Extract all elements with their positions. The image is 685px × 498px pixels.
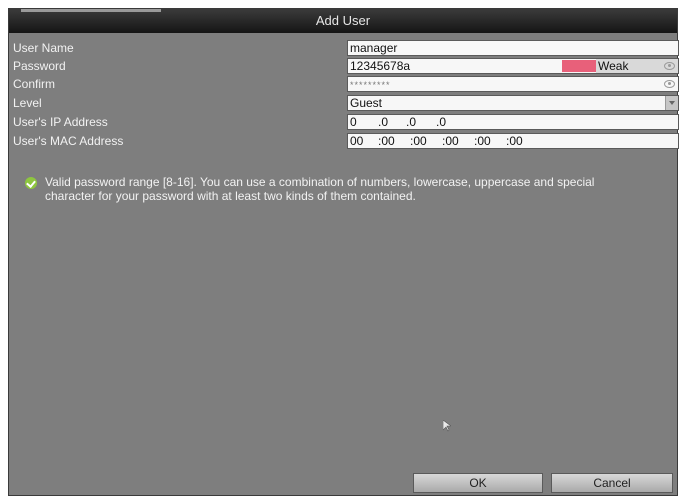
mac-segment-3[interactable]: :00 bbox=[410, 134, 427, 148]
user-name-input[interactable]: manager bbox=[347, 40, 679, 56]
mac-segment-1[interactable]: 00 bbox=[350, 134, 363, 148]
show-password-eye-icon[interactable] bbox=[664, 62, 675, 70]
password-label: Password bbox=[13, 59, 66, 73]
ip-segment-1[interactable]: 0 bbox=[350, 115, 357, 129]
mac-address-label: User's MAC Address bbox=[13, 134, 124, 148]
chevron-down-icon[interactable] bbox=[665, 96, 678, 110]
row-mac-address: User's MAC Address 00 :00 :00 :00 :00 :0… bbox=[9, 132, 679, 150]
row-confirm: Confirm ********* bbox=[9, 75, 679, 93]
title-tab-marker bbox=[21, 9, 161, 12]
row-user-name: User Name manager bbox=[9, 39, 679, 57]
check-icon bbox=[25, 177, 37, 189]
confirm-label: Confirm bbox=[13, 77, 56, 91]
password-strength-label: Weak bbox=[598, 59, 629, 73]
confirm-value: ********* bbox=[350, 80, 391, 90]
password-hint-text: Valid password range [8-16]. You can use… bbox=[45, 175, 595, 203]
user-name-label: User Name bbox=[13, 41, 74, 55]
cancel-button[interactable]: Cancel bbox=[551, 473, 673, 493]
confirm-input[interactable]: ********* bbox=[347, 76, 679, 92]
title-bar: Add User bbox=[9, 9, 677, 33]
ip-segment-4[interactable]: .0 bbox=[436, 115, 446, 129]
password-input[interactable]: 12345678a Weak bbox=[347, 58, 679, 74]
level-value: Guest bbox=[350, 96, 383, 110]
ip-address-label: User's IP Address bbox=[13, 115, 108, 129]
level-select[interactable]: Guest bbox=[347, 95, 679, 111]
ok-button[interactable]: OK bbox=[413, 473, 543, 493]
level-label: Level bbox=[13, 96, 42, 110]
row-level: Level Guest bbox=[9, 94, 679, 112]
password-strength-bar bbox=[562, 60, 596, 72]
password-value: 12345678a bbox=[350, 59, 411, 73]
add-user-dialog: Add User User Name manager Password 1234… bbox=[8, 8, 679, 496]
mac-address-input[interactable]: 00 :00 :00 :00 :00 :00 bbox=[347, 133, 679, 149]
ip-segment-3[interactable]: .0 bbox=[406, 115, 416, 129]
ip-segment-2[interactable]: .0 bbox=[378, 115, 388, 129]
show-confirm-eye-icon[interactable] bbox=[664, 80, 675, 88]
mac-segment-2[interactable]: :00 bbox=[378, 134, 395, 148]
user-name-value: manager bbox=[350, 41, 398, 55]
dialog-title: Add User bbox=[315, 13, 371, 28]
row-ip-address: User's IP Address 0 .0 .0 .0 bbox=[9, 113, 679, 131]
mac-segment-6[interactable]: :00 bbox=[506, 134, 523, 148]
mouse-cursor-icon bbox=[443, 420, 451, 432]
mac-segment-4[interactable]: :00 bbox=[442, 134, 459, 148]
password-hint: Valid password range [8-16]. You can use… bbox=[25, 175, 647, 203]
row-password: Password 12345678a Weak bbox=[9, 57, 679, 75]
ip-address-input[interactable]: 0 .0 .0 .0 bbox=[347, 114, 679, 130]
mac-segment-5[interactable]: :00 bbox=[474, 134, 491, 148]
